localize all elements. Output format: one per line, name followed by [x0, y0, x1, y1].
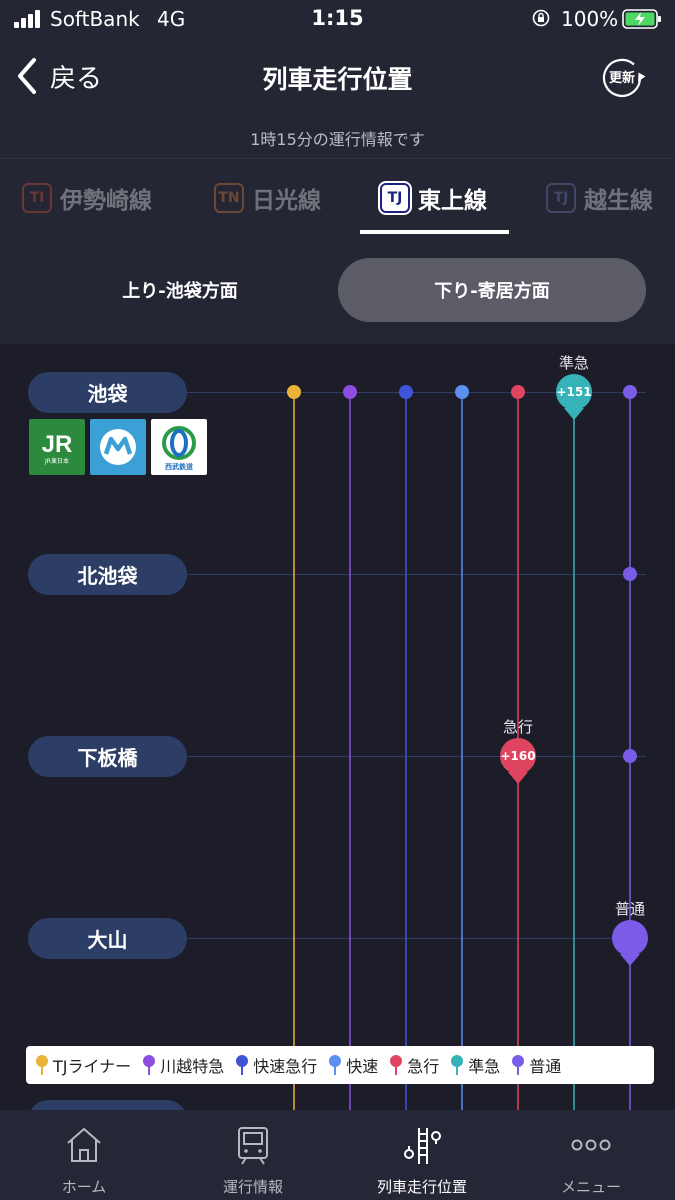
station-stop-dot — [287, 385, 301, 399]
station-stop-dot — [623, 385, 637, 399]
track-line — [349, 392, 351, 1110]
svg-text:JR東日本: JR東日本 — [44, 457, 69, 465]
legend-label: TJライナー — [53, 1057, 132, 1076]
legend-item: 普通 — [512, 1053, 561, 1077]
tab-train-position[interactable]: 列車走行位置 — [338, 1110, 506, 1200]
battery-percent: 100% — [561, 7, 619, 31]
legend-label: 快速 — [346, 1057, 379, 1076]
train-pointer-icon — [508, 772, 528, 784]
track-line — [573, 392, 575, 1110]
legend-label: 急行 — [407, 1057, 440, 1076]
train-pointer-icon — [564, 408, 584, 420]
legend-marker-icon — [390, 1055, 403, 1075]
track-line — [405, 392, 407, 1110]
legend-item: 川越特急 — [143, 1053, 224, 1077]
station-line — [186, 756, 646, 757]
home-icon — [67, 1127, 101, 1162]
seibu-logo: 西武鉄道 — [151, 419, 207, 475]
track-line — [461, 392, 463, 1110]
line-code-badge: TN — [214, 183, 244, 213]
tab-label: ホーム — [61, 1178, 107, 1196]
svg-text:西武鉄道: 西武鉄道 — [165, 462, 193, 471]
station-ikebukuro[interactable]: 池袋 — [28, 372, 187, 413]
bottom-tab-bar: ホーム 運行情報 列車走行位置 メニュー — [0, 1110, 675, 1200]
line-code-badge: TJ — [380, 183, 410, 213]
direction-up-button[interactable]: 上り-池袋方面 — [30, 258, 330, 322]
station-stop-dot — [623, 567, 637, 581]
train-marker[interactable]: +151 — [556, 374, 592, 410]
train-marker[interactable]: +160 — [500, 738, 536, 774]
legend-marker-icon — [143, 1055, 156, 1075]
tab-menu[interactable]: メニュー — [507, 1110, 675, 1200]
train-position-map[interactable]: 池袋 北池袋 下板橋 大山 JR JR東日本 西武鉄道 準急 +151 急行 +160… — [0, 344, 675, 1110]
direction-down-button[interactable]: 下り-寄居方面 — [338, 258, 646, 322]
line-code-badge: TI — [22, 183, 52, 213]
active-tab-indicator — [360, 230, 509, 234]
svg-text:JR: JR — [42, 431, 73, 458]
more-dots-icon — [571, 1139, 611, 1151]
rotation-lock-icon — [532, 9, 550, 27]
tab-label: メニュー — [560, 1178, 621, 1196]
legend-label: 普通 — [529, 1057, 562, 1076]
line-name: 伊勢崎線 — [60, 188, 152, 214]
legend-item: 急行 — [390, 1053, 439, 1077]
tab-home[interactable]: ホーム — [0, 1110, 168, 1200]
station-stop-dot — [343, 385, 357, 399]
tab-label: 運行情報 — [222, 1178, 283, 1196]
line-code-badge: TJ — [546, 183, 576, 213]
tab-tojo-line[interactable]: TJ 東上線 — [380, 159, 487, 237]
train-type-legend: TJライナー 川越特急 快速急行 快速 急行 準急 普通 — [26, 1046, 654, 1084]
line-tabs: TI 伊勢崎線 TN 日光線 TJ 東上線 TJ 越生線 — [0, 158, 675, 236]
legend-marker-icon — [329, 1055, 342, 1075]
station-line — [186, 574, 646, 575]
train-pointer-icon — [620, 954, 640, 966]
legend-item: 快速 — [329, 1053, 378, 1077]
nav-bar: 戻る 列車走行位置 更新 1時15分の運行情報です — [0, 38, 675, 158]
station-stop-dot — [623, 749, 637, 763]
station-stop-dot — [455, 385, 469, 399]
legend-label: 快速急行 — [253, 1057, 318, 1076]
line-name: 越生線 — [584, 188, 653, 214]
legend-label: 川越特急 — [160, 1057, 225, 1076]
station-shimo-itabashi[interactable]: 下板橋 — [28, 736, 187, 777]
jr-logo: JR JR東日本 — [29, 419, 85, 475]
legend-marker-icon — [36, 1055, 48, 1075]
battery-charging-icon — [622, 9, 661, 29]
status-bar: SoftBank 4G 1:15 100% — [0, 0, 675, 38]
station-line — [186, 938, 646, 939]
track-line — [293, 392, 295, 1110]
legend-item: TJライナー — [36, 1053, 131, 1077]
station-oyama[interactable]: 大山 — [28, 918, 187, 959]
legend-item: 準急 — [451, 1053, 500, 1077]
tab-nikko-line[interactable]: TN 日光線 — [214, 159, 321, 237]
page-title: 列車走行位置 — [262, 65, 413, 94]
train-position-icon — [404, 1128, 441, 1164]
train-icon — [238, 1127, 268, 1165]
station-stop-dot — [511, 385, 525, 399]
tab-service-info[interactable]: 運行情報 — [169, 1110, 337, 1200]
legend-marker-icon — [451, 1055, 464, 1075]
station-stop-dot — [399, 385, 413, 399]
legend-label: 準急 — [468, 1057, 501, 1076]
tab-isesaki-line[interactable]: TI 伊勢崎線 — [22, 159, 152, 237]
tab-ogose-line[interactable]: TJ 越生線 — [546, 159, 653, 237]
station-next[interactable] — [28, 1100, 187, 1110]
train-marker[interactable] — [612, 920, 648, 956]
tab-label: 列車走行位置 — [376, 1178, 467, 1196]
update-info: 1時15分の運行情報です — [250, 130, 425, 149]
train-type-label: 急行 — [502, 718, 533, 736]
refresh-button[interactable]: 更新 — [596, 52, 648, 104]
refresh-label: 更新 — [608, 71, 635, 86]
train-type-label: 普通 — [614, 900, 645, 918]
station-kita-ikebukuro[interactable]: 北池袋 — [28, 554, 187, 595]
train-type-label: 準急 — [558, 354, 589, 372]
metro-logo — [90, 419, 146, 475]
line-name: 東上線 — [418, 188, 487, 214]
legend-marker-icon — [236, 1055, 249, 1075]
legend-marker-icon — [512, 1055, 525, 1075]
direction-toggle: 上り-池袋方面 下り-寄居方面 — [0, 236, 675, 344]
line-name: 日光線 — [252, 188, 321, 214]
legend-item: 快速急行 — [236, 1053, 317, 1077]
